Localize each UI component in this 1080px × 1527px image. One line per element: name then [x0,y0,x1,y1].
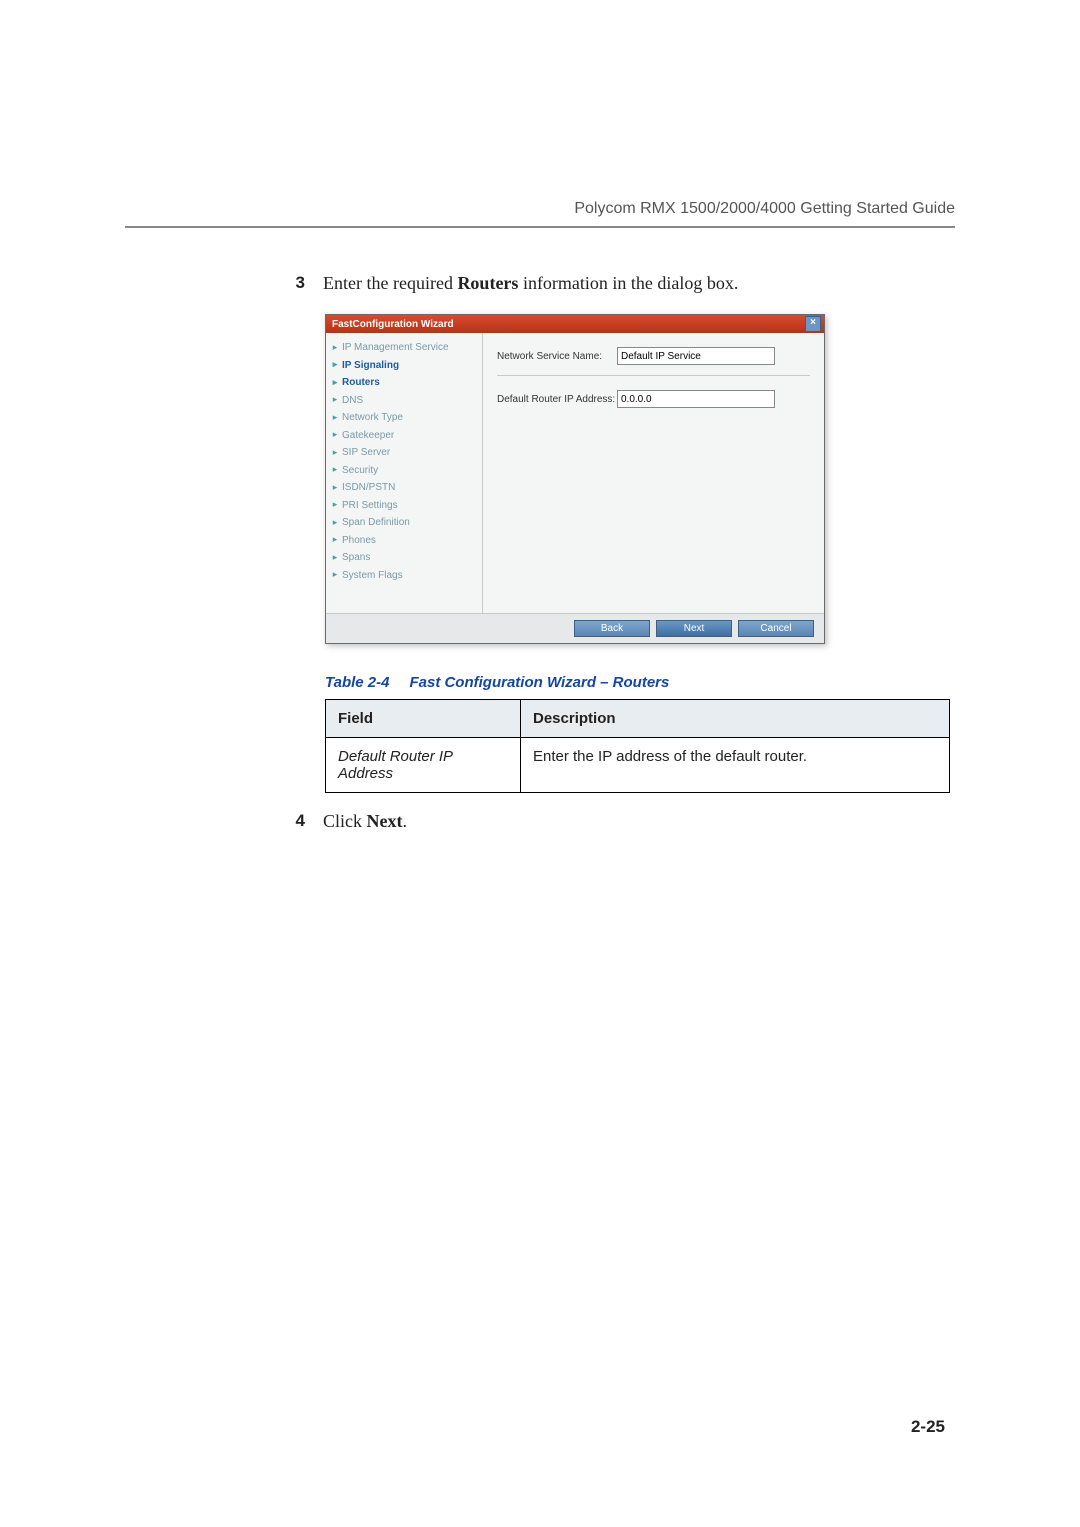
default-router-ip-label: Default Router IP Address: [497,394,617,405]
step-3-bold: Routers [457,273,518,293]
sidebar-item-label: PRI Settings [342,498,398,514]
sidebar-item-security[interactable]: ▸Security [328,462,478,480]
sidebar-item-ip-management-service[interactable]: ▸IP Management Service [328,339,478,357]
sidebar-item-label: SIP Server [342,445,390,461]
table-caption-title: Fast Configuration Wizard – Routers [409,674,669,691]
routers-field-table: Field Description Default Router IP Addr… [325,699,950,793]
sidebar-item-label: Gatekeeper [342,428,394,444]
network-service-name-label: Network Service Name: [497,351,617,362]
sidebar-item-label: Spans [342,550,370,566]
sidebar-item-label: System Flags [342,568,403,584]
dialog-footer: Back Next Cancel [326,613,824,643]
sidebar-item-dns[interactable]: ▸DNS [328,392,478,410]
step-3-pre: Enter the required [323,273,457,293]
running-header: Polycom RMX 1500/2000/4000 Getting Start… [125,200,955,218]
step-4-bold: Next [367,811,403,831]
chevron-right-icon: ▸ [330,411,342,425]
step-3-text: Enter the required Routers information i… [323,273,955,294]
table-row: Default Router IP Address Enter the IP a… [326,738,950,793]
chevron-right-icon: ▸ [330,498,342,512]
sidebar-item-system-flags[interactable]: ▸System Flags [328,567,478,585]
network-service-name-input[interactable] [617,347,775,365]
chevron-right-icon: ▸ [330,393,342,407]
sidebar-item-gatekeeper[interactable]: ▸Gatekeeper [328,427,478,445]
next-button[interactable]: Next [656,620,732,637]
sidebar-item-label: Security [342,463,378,479]
sidebar-item-phones[interactable]: ▸Phones [328,532,478,550]
table-caption-number: Table 2-4 [325,674,389,691]
sidebar-item-network-type[interactable]: ▸Network Type [328,409,478,427]
sidebar-item-routers[interactable]: ▸Routers [328,374,478,392]
sidebar-item-label: Routers [342,375,380,391]
sidebar-item-label: Network Type [342,410,403,426]
chevron-right-icon: ▸ [330,516,342,530]
default-router-ip-input[interactable] [617,390,775,408]
table-header-field: Field [326,700,521,738]
step-3-post: information in the dialog box. [518,273,738,293]
back-button[interactable]: Back [574,620,650,637]
sidebar-item-label: IP Signaling [342,358,399,374]
chevron-right-icon: ▸ [330,341,342,355]
fast-config-wizard-dialog: FastConfiguration Wizard × ▸IP Managemen… [325,314,825,644]
step-4-text: Click Next. [323,811,955,832]
sidebar-item-pri-settings[interactable]: ▸PRI Settings [328,497,478,515]
chevron-right-icon: ▸ [330,446,342,460]
sidebar-item-label: IP Management Service [342,340,449,356]
sidebar-item-label: ISDN/PSTN [342,480,395,496]
table-header-description: Description [521,700,950,738]
dialog-title: FastConfiguration Wizard [332,319,454,330]
table-cell-description: Enter the IP address of the default rout… [521,738,950,793]
chevron-right-icon: ▸ [330,358,342,372]
dialog-titlebar: FastConfiguration Wizard × [326,315,824,333]
sidebar-item-label: DNS [342,393,363,409]
chevron-right-icon: ▸ [330,533,342,547]
sidebar-item-spans[interactable]: ▸Spans [328,549,478,567]
sidebar-item-ip-signaling[interactable]: ▸IP Signaling [328,357,478,375]
chevron-right-icon: ▸ [330,568,342,582]
chevron-right-icon: ▸ [330,551,342,565]
sidebar-item-label: Span Definition [342,515,410,531]
wizard-sidebar: ▸IP Management Service ▸IP Signaling ▸Ro… [326,333,483,613]
chevron-right-icon: ▸ [330,481,342,495]
sidebar-item-label: Phones [342,533,376,549]
table-cell-field: Default Router IP Address [326,738,521,793]
sidebar-item-span-definition[interactable]: ▸Span Definition [328,514,478,532]
form-area: Network Service Name: Default Router IP … [483,333,824,613]
chevron-right-icon: ▸ [330,428,342,442]
sidebar-item-isdn-pstn[interactable]: ▸ISDN/PSTN [328,479,478,497]
close-icon[interactable]: × [805,316,821,332]
form-divider [497,375,810,376]
page-number: 2-25 [911,1417,945,1437]
step-4-post: . [402,811,407,831]
step-3: 3 Enter the required Routers information… [125,273,955,294]
step-3-number: 3 [125,273,323,294]
header-rule [125,226,955,228]
table-caption: Table 2-4 Fast Configuration Wizard – Rou… [325,674,955,691]
step-4-number: 4 [125,811,323,832]
step-4: 4 Click Next. [125,811,955,832]
cancel-button[interactable]: Cancel [738,620,814,637]
sidebar-item-sip-server[interactable]: ▸SIP Server [328,444,478,462]
chevron-right-icon: ▸ [330,376,342,390]
chevron-right-icon: ▸ [330,463,342,477]
step-4-pre: Click [323,811,367,831]
